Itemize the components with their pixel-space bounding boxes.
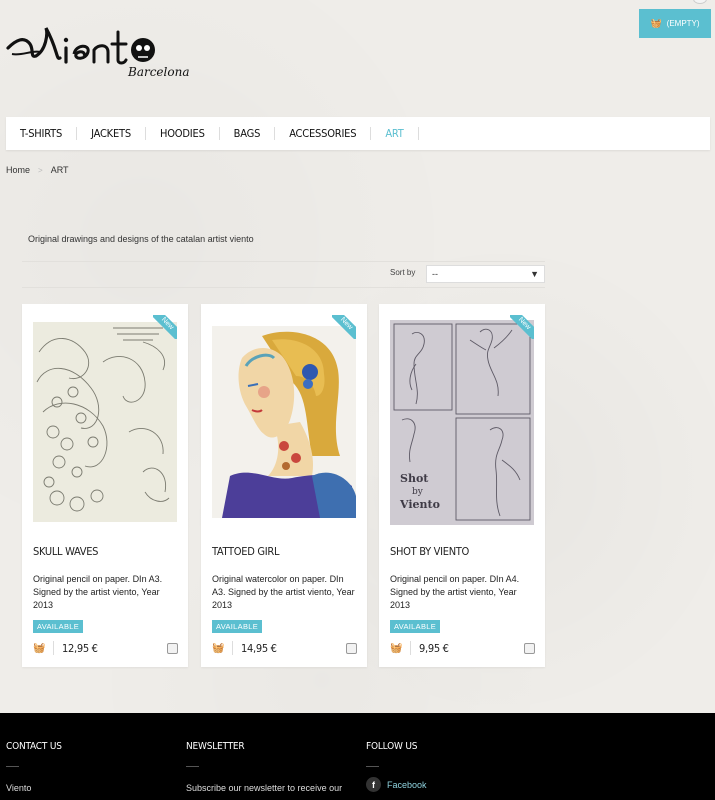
- footer-contact-text: Viento: [6, 783, 32, 793]
- footer-contact: CONTACT US Viento: [6, 741, 62, 793]
- product-name[interactable]: SHOT BY VIENTO: [390, 545, 469, 558]
- site-logo[interactable]: Barcelona: [6, 10, 196, 82]
- sort-label: Sort by: [390, 268, 416, 277]
- nav-item-accessories[interactable]: ACCESSORIES: [275, 127, 372, 140]
- product-price: 9,95 €: [419, 641, 449, 655]
- separator: [53, 641, 54, 655]
- cart-button[interactable]: 🧺 (EMPTY): [639, 9, 711, 38]
- availability-badge: AVAILABLE: [212, 620, 263, 633]
- breadcrumb-separator: >: [38, 165, 43, 175]
- product-price: 14,95 €: [241, 641, 277, 655]
- divider: [186, 766, 199, 767]
- top-circle-decoration: [693, 0, 707, 4]
- dropdown-arrow-icon: ▼: [530, 269, 539, 279]
- separator: [232, 641, 233, 655]
- facebook-icon: f: [366, 777, 381, 792]
- divider: [366, 766, 379, 767]
- product-image-tattoed-girl[interactable]: [212, 326, 356, 518]
- sort-select[interactable]: -- ▼: [426, 265, 545, 283]
- main-nav: T-SHIRTS JACKETS HOODIES BAGS ACCESSORIE…: [6, 117, 710, 150]
- product-description: Original pencil on paper. DIn A3. Signed…: [33, 574, 163, 610]
- footer: CONTACT US Viento NEWSLETTER Subscribe o…: [0, 713, 715, 800]
- sort-value: --: [432, 269, 438, 279]
- product-card: New TATTOED GIRL Original watercolor on …: [201, 304, 367, 667]
- add-to-cart-icon[interactable]: 🧺: [33, 643, 51, 654]
- new-badge: New: [332, 315, 356, 339]
- breadcrumb: Home > ART: [6, 165, 69, 175]
- price-row: 🧺 14,95 €: [212, 640, 357, 656]
- footer-contact-title: CONTACT US: [6, 741, 62, 752]
- price-row: 🧺 12,95 €: [33, 640, 178, 656]
- facebook-link[interactable]: f Facebook: [366, 777, 427, 792]
- nav-item-art[interactable]: ART: [371, 127, 419, 140]
- footer-follow-title: FOLLOW US: [366, 741, 418, 752]
- product-card: Shot by Viento New SHOT BY VIENTO Origin…: [379, 304, 545, 667]
- product-description: Original pencil on paper. DIn A4. Signed…: [390, 574, 520, 610]
- product-image-skull-waves[interactable]: [33, 322, 177, 522]
- nav-item-jackets[interactable]: JACKETS: [77, 127, 146, 140]
- compare-checkbox[interactable]: [167, 643, 178, 654]
- new-badge: New: [153, 315, 177, 339]
- product-card: New SKULL WAVES Original pencil on paper…: [22, 304, 188, 667]
- viento-logo-graphic: Barcelona: [6, 27, 189, 79]
- compare-checkbox[interactable]: [346, 643, 357, 654]
- breadcrumb-current: ART: [50, 165, 69, 175]
- availability-badge: AVAILABLE: [390, 620, 441, 633]
- facebook-label: Facebook: [387, 779, 427, 790]
- divider: [22, 261, 545, 262]
- footer-follow: FOLLOW US f Facebook: [366, 741, 427, 792]
- footer-newsletter-text: Subscribe our newsletter to receive our: [186, 783, 343, 793]
- product-description: Original watercolor on paper. DIn A3. Si…: [212, 574, 355, 610]
- footer-newsletter-title: NEWSLETTER: [186, 741, 245, 752]
- svg-text:Shot: Shot: [400, 472, 429, 485]
- category-description: Original drawings and designs of the cat…: [28, 234, 254, 244]
- divider: [6, 766, 19, 767]
- cart-label: (EMPTY): [666, 19, 700, 28]
- divider: [22, 287, 545, 288]
- product-name[interactable]: SKULL WAVES: [33, 545, 98, 558]
- nav-item-bags[interactable]: BAGS: [220, 127, 276, 140]
- basket-icon: 🧺: [650, 18, 662, 28]
- add-to-cart-icon[interactable]: 🧺: [390, 643, 408, 654]
- nav-item-hoodies[interactable]: HOODIES: [146, 127, 220, 140]
- svg-text:Viento: Viento: [399, 498, 440, 511]
- svg-text:Barcelona: Barcelona: [127, 65, 189, 79]
- separator: [410, 641, 411, 655]
- product-price: 12,95 €: [62, 641, 98, 655]
- add-to-cart-icon[interactable]: 🧺: [212, 643, 230, 654]
- product-image-shot-by-viento[interactable]: Shot by Viento: [390, 320, 534, 525]
- compare-checkbox[interactable]: [524, 643, 535, 654]
- nav-item-tshirts[interactable]: T-SHIRTS: [6, 127, 78, 140]
- availability-badge: AVAILABLE: [33, 620, 84, 633]
- breadcrumb-home[interactable]: Home: [6, 165, 30, 175]
- price-row: 🧺 9,95 €: [390, 640, 535, 656]
- footer-newsletter: NEWSLETTER Subscribe our newsletter to r…: [186, 741, 342, 793]
- product-name[interactable]: TATTOED GIRL: [212, 545, 279, 558]
- svg-text:by: by: [412, 487, 424, 497]
- new-badge: New: [510, 315, 534, 339]
